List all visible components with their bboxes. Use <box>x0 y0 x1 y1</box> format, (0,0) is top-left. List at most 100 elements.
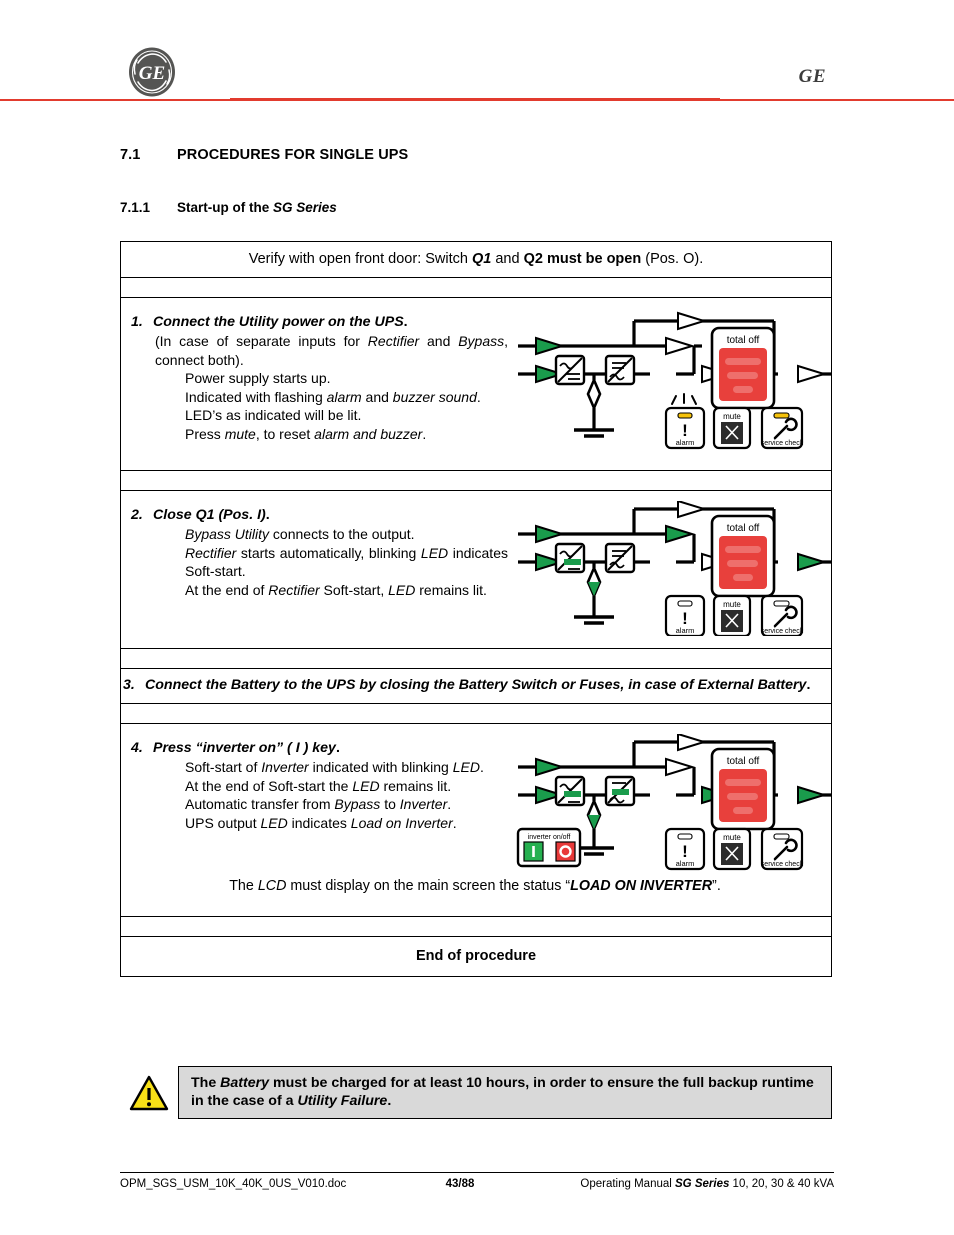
step-4-title-quoted: “inverter on” ( I ) key <box>195 740 336 757</box>
verify-text-3: (Pos. O). <box>641 251 704 267</box>
alarm-label: alarm <box>676 859 695 868</box>
step-1-title-period: . <box>403 314 408 330</box>
arrow-bypass-top <box>677 734 708 752</box>
total-off-panel: total off <box>710 514 776 598</box>
lcd-text-3: . <box>716 878 721 895</box>
step-4-text: 4. Press “inverter on” ( I ) key. Soft-st… <box>131 734 516 874</box>
step-3-number: 3. <box>123 677 135 693</box>
footer-file-name: OPM_SGS_USM_10K_40K_0US_V010.doc <box>120 1178 347 1191</box>
step-3-text: 3. Connect the Battery to the UPS by clos… <box>123 669 831 703</box>
step-1-title: 1. Connect the Utility power on the UPS. <box>131 314 508 330</box>
total-off-panel: total off <box>710 747 776 831</box>
step-3-body: Connect the Battery to the UPS by closin… <box>145 677 807 693</box>
step-2-text: 2. Close Q1 (Pos. I). Bypass Utility conn… <box>131 501 516 636</box>
subsection-title-plain: Start-up of the <box>177 200 273 215</box>
arrow-ups-output <box>797 552 828 572</box>
arrow-ups-output <box>797 785 828 805</box>
step-2-title-text: Close Q1 (Pos. I) <box>153 507 266 523</box>
page-footer: OPM_SGS_USM_10K_40K_0US_V010.doc 43/88 O… <box>120 1172 834 1190</box>
step-4-title-a: Press <box>153 740 196 757</box>
section-title: PROCEDURES FOR SINGLE UPS <box>177 147 409 163</box>
svg-text:GE: GE <box>139 63 165 84</box>
footer-rule <box>120 1172 834 1174</box>
mute-label: mute <box>723 412 741 421</box>
step-row-4: 4. Press “inverter on” ( I ) key. Soft-st… <box>121 724 831 918</box>
page-header: GE GE <box>0 0 954 110</box>
ge-logo-icon: GE <box>127 46 177 98</box>
step-4-title-period: . <box>335 740 340 757</box>
alarm-led <box>677 412 693 419</box>
service-check-led <box>773 412 790 419</box>
alarm-label: alarm <box>676 626 695 635</box>
verify-text-1: Verify with open front door: Switch <box>248 251 472 267</box>
arrow-bypass-input <box>535 524 566 544</box>
step-2-line-1: Rectifier starts automatically, blinking… <box>185 544 508 580</box>
rectifier-active-bar <box>564 791 581 798</box>
step-4-title: 4. Press “inverter on” ( I ) key. <box>131 740 508 756</box>
step-2-title: 2. Close Q1 (Pos. I). <box>131 507 508 523</box>
step-4-number: 4. <box>131 740 143 757</box>
footer-manual-title: Operating Manual SG Series 10, 20, 30 & … <box>535 1178 834 1190</box>
total-off-panel: total off <box>710 326 776 410</box>
alarm-label: alarm <box>676 438 695 447</box>
arrow-bypass-mid <box>665 524 696 544</box>
lcd-text-1: The <box>229 878 258 895</box>
step-1-line-0: (In case of separate inputs for Rectifie… <box>155 333 509 368</box>
step-2-line-0: Bypass Utility connects to the output. <box>185 526 415 542</box>
footer-page-number: 43/88 <box>445 1178 475 1191</box>
mute-button: mute <box>712 406 752 450</box>
inverter-onoff-panel: inverter on/off <box>516 827 582 868</box>
subsection-heading: 7.1.1 Start-up of the SG Series <box>120 200 337 215</box>
warning-text-2: must be charged for at least 10 hours, i… <box>191 1075 814 1110</box>
step-row-3: 3. Connect the Battery to the UPS by clos… <box>121 669 831 705</box>
mute-button: mute <box>712 594 752 636</box>
step-1-title-text: Connect the Utility power on the UPS <box>153 314 404 330</box>
header-rule-accent <box>230 98 720 101</box>
mute-label: mute <box>723 833 741 842</box>
step-1-text: 1. Connect the Utility power on the UPS. … <box>131 308 516 458</box>
warning-text-3: . <box>387 1093 392 1110</box>
lcd-text-2: must display on the main screen the stat… <box>286 878 566 895</box>
end-row: End of procedure <box>121 937 831 978</box>
service-check-led <box>773 600 790 607</box>
rectifier-block <box>554 354 586 386</box>
verify-q2: Q2 must be open <box>523 251 642 267</box>
step-4-diagram: total off inverter on/off ! alarm mute s… <box>516 734 831 874</box>
warning-box: The Battery must be charged for at least… <box>120 1066 832 1119</box>
spacer-row <box>121 471 831 491</box>
service-check-button: service check <box>761 594 804 636</box>
step-4-line-1: At the end of Soft-start the LED remains… <box>185 777 452 794</box>
arrow-bypass-input <box>535 757 566 777</box>
total-off-label: total off <box>727 523 760 534</box>
footer-manual-series: SG Series <box>675 1178 730 1191</box>
mute-label: mute <box>723 600 741 609</box>
warning-text-1: The <box>191 1075 221 1091</box>
verify-q1: Q1 <box>471 251 492 267</box>
inverter-off-key <box>555 841 576 862</box>
step-1-line-3: LED’s as indicated will be lit. <box>185 407 362 424</box>
lcd-label: LCD <box>257 878 287 895</box>
step-1-diagram: total off ! alarm mute service check <box>516 308 831 458</box>
step-4-line-3: UPS output LED indicates Load on Inverte… <box>185 815 457 831</box>
warning-text: The Battery must be charged for at least… <box>178 1066 832 1119</box>
subsection-title-italic: SG Series <box>273 200 337 215</box>
footer-manual-text-1: Operating Manual <box>580 1178 676 1191</box>
arrow-bypass-mid <box>665 757 696 777</box>
rectifier-block <box>554 775 586 807</box>
arrow-bypass-top <box>677 501 708 519</box>
end-of-procedure-label: End of procedure <box>415 948 537 965</box>
step-1-line-4: Press mute, to reset alarm and buzzer. <box>185 426 427 443</box>
step-4-line-2: Automatic transfer from Bypass to Invert… <box>185 796 452 813</box>
lcd-status-value: LOAD ON INVERTER <box>570 878 713 895</box>
ge-wordmark: GE <box>798 66 826 87</box>
service-check-label: service check <box>761 440 804 447</box>
step-4-line-0: Soft-start of Inverter indicated with bl… <box>185 759 484 776</box>
service-check-button: service check <box>761 406 804 450</box>
step-2-diagram: total off ! alarm mute service check <box>516 501 831 636</box>
verify-row: Verify with open front door: Switch Q1 a… <box>121 242 831 278</box>
step-1-line-1: Power supply starts up. <box>185 370 331 387</box>
subsection-number: 7.1.1 <box>120 200 151 215</box>
inverter-block <box>604 354 636 386</box>
arrow-bypass-input <box>535 336 566 356</box>
ups-flow-diagram-2: total off ! alarm mute service check <box>518 501 831 636</box>
